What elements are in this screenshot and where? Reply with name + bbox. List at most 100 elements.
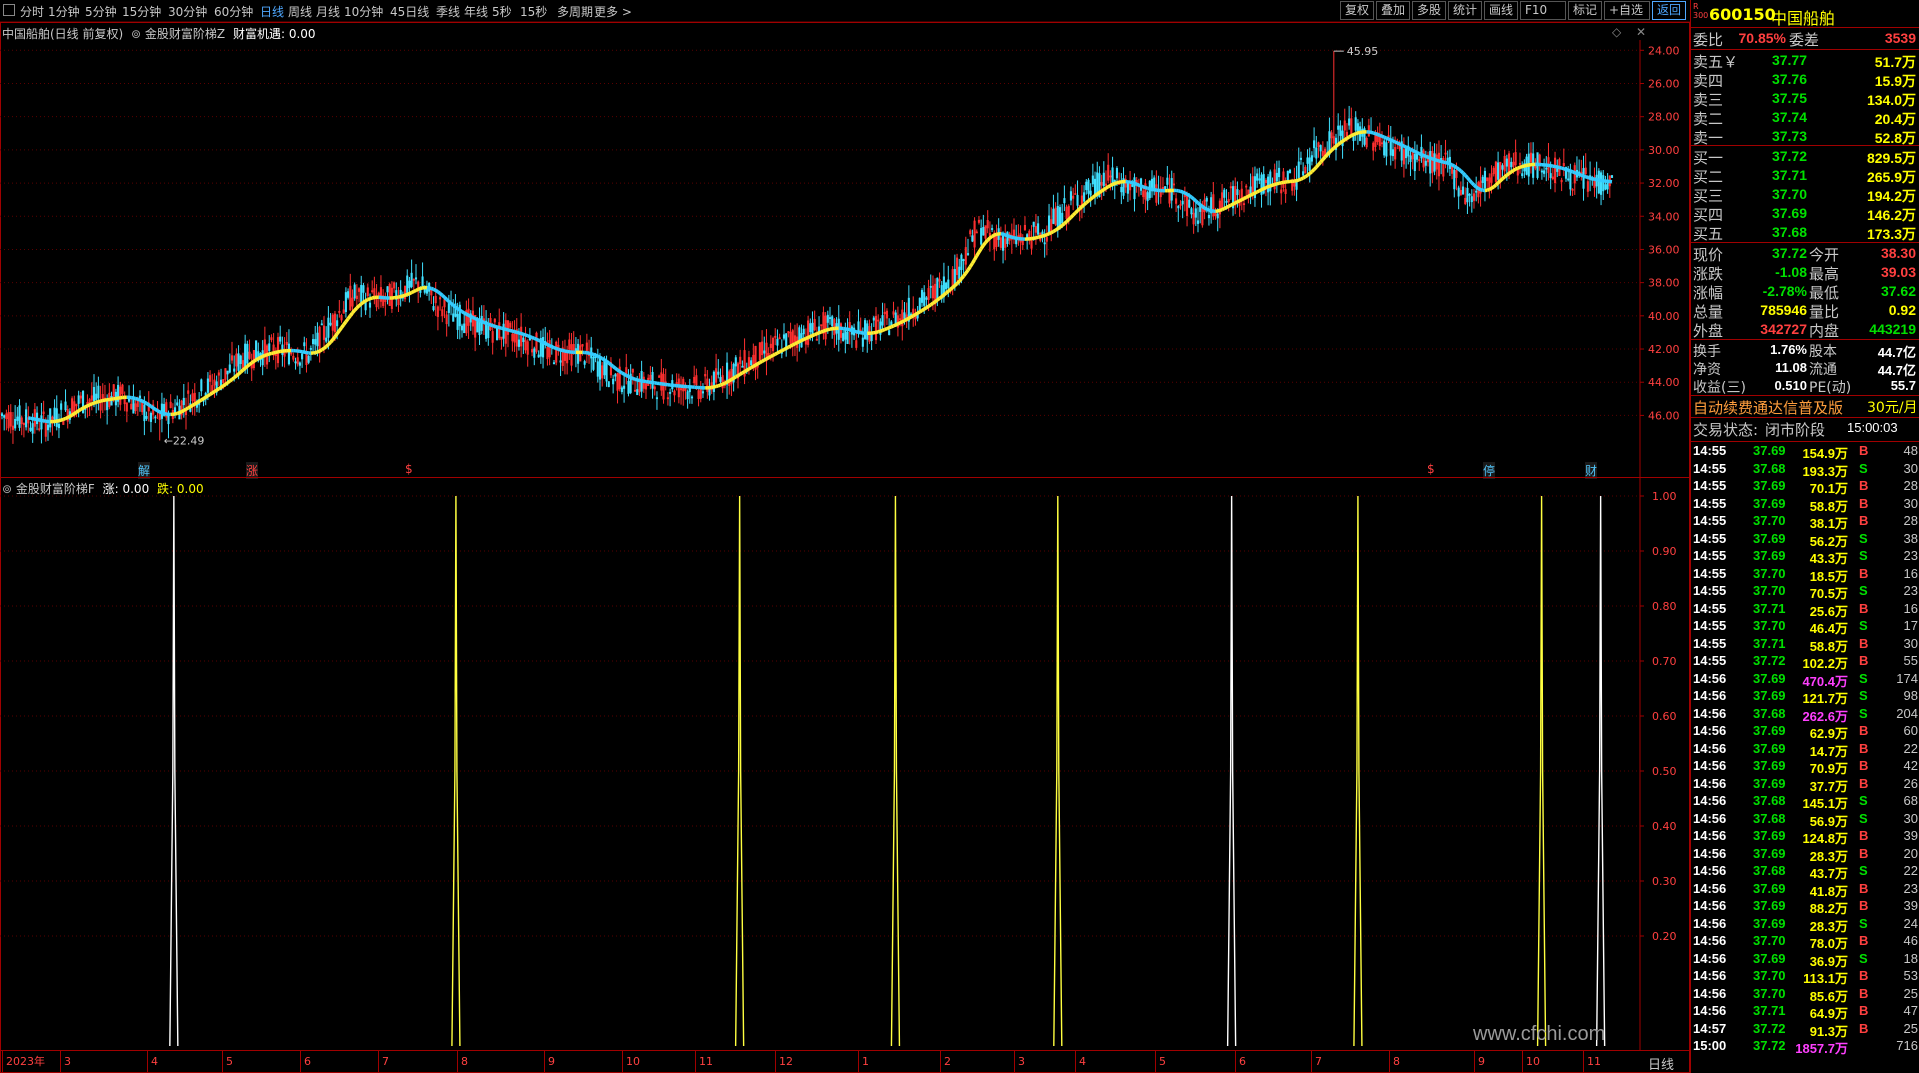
ladder-segment <box>780 347 785 353</box>
ladder-segment <box>135 396 139 401</box>
menu-icon[interactable] <box>3 4 15 16</box>
candle-body <box>1267 176 1270 193</box>
ladder-segment <box>892 323 897 328</box>
ladder-segment <box>222 382 227 388</box>
period-tab-9[interactable]: 10分钟 <box>344 3 383 20</box>
ladder-segment <box>1080 203 1086 208</box>
ladder-segment <box>1069 213 1075 219</box>
indicator-name[interactable]: 金股财富阶梯Z <box>145 27 225 41</box>
ladder-segment <box>851 328 855 333</box>
ladder-segment <box>237 370 242 376</box>
tick-volume: 14.7万 <box>1809 743 1848 759</box>
toolbar-button-5[interactable]: F10 <box>1520 1 1566 20</box>
ladder-segment <box>623 372 628 377</box>
indicator-toggle-icon[interactable]: ⊚ <box>131 27 141 41</box>
tick-price: 37.72 <box>1753 1038 1786 1053</box>
period-tab-0[interactable]: 分时 <box>20 3 44 20</box>
candle-body <box>18 405 21 428</box>
ladder-segment <box>1514 166 1519 171</box>
toolbar-button-2[interactable]: 多股 <box>1412 1 1446 20</box>
ladder-segment <box>220 384 225 389</box>
ladder-segment <box>202 395 207 401</box>
period-tab-2[interactable]: 5分钟 <box>85 3 117 20</box>
ladder-segment <box>1582 174 1587 179</box>
ladder-segment <box>741 370 746 375</box>
candle-body <box>1236 189 1239 196</box>
sell-row-2[interactable]: 卖三 37.75 134.0万 <box>1691 89 1919 109</box>
ladder-segment <box>918 309 923 314</box>
ladder-segment <box>261 353 266 359</box>
toolbar-button-7[interactable]: +自选 <box>1604 1 1650 20</box>
period-tab-8[interactable]: 月线 <box>316 3 340 20</box>
ladder-segment <box>849 328 853 333</box>
ladder-segment <box>734 374 739 379</box>
candle-body <box>1461 186 1465 195</box>
toolbar-button-0[interactable]: 复权 <box>1340 1 1374 20</box>
ladder-segment <box>529 334 533 340</box>
ladder-segment <box>984 238 990 244</box>
close-icon[interactable]: ✕ <box>1636 25 1646 39</box>
period-tab-7[interactable]: 周线 <box>288 3 312 20</box>
ladder-segment <box>257 355 262 361</box>
toolbar-button-8[interactable]: 返回 <box>1652 1 1686 20</box>
buy-row-0[interactable]: 买一 37.72 829.5万 <box>1691 147 1919 167</box>
ladder-segment <box>476 317 481 323</box>
tick-time: 14:56 <box>1693 775 1727 791</box>
period-tab-5[interactable]: 60分钟 <box>214 3 253 20</box>
diamond-icon[interactable]: ◇ <box>1612 25 1621 39</box>
candle-body <box>1424 160 1427 166</box>
sell-row-0[interactable]: 卖五￥ 37.77 51.7万 <box>1691 51 1919 71</box>
period-tab-4[interactable]: 30分钟 <box>168 3 207 20</box>
ladder-segment <box>1247 193 1252 198</box>
candle-body <box>46 424 50 431</box>
candle-body <box>309 347 312 350</box>
tick-volume: 36.9万 <box>1809 953 1848 969</box>
sell-row-1[interactable]: 卖四 37.76 15.9万 <box>1691 70 1919 90</box>
period-tab-3[interactable]: 15分钟 <box>122 3 161 20</box>
buy-row-4[interactable]: 买五 37.68 173.3万 <box>1691 223 1919 243</box>
buy-row-3[interactable]: 买四 37.69 146.2万 <box>1691 204 1919 224</box>
ladder-segment <box>820 329 825 334</box>
period-tab-11[interactable]: 季线 <box>436 3 460 20</box>
signal-chart[interactable]: 0.20 0.30 0.40 0.50 0.60 0.70 0.80 0.90 1.00 <box>0 478 1690 1050</box>
sell-row-4[interactable]: 卖一 37.73 52.8万 <box>1691 127 1919 147</box>
period-tag[interactable]: 日线 <box>1648 1054 1674 1073</box>
buy-row-1[interactable]: 买二 37.71 265.9万 <box>1691 166 1919 186</box>
ladder-segment <box>636 378 640 383</box>
period-tab-1[interactable]: 1分钟 <box>48 3 80 20</box>
candle-body <box>669 392 672 394</box>
period-tab-6[interactable]: 日线 <box>260 3 284 20</box>
tick-volume: 28.3万 <box>1809 918 1848 934</box>
fundamental-row-0: 换手 1.76% 股本 44.7亿 <box>1691 341 1919 360</box>
buy-row-2[interactable]: 买三 37.70 194.2万 <box>1691 185 1919 205</box>
x-tick-label-9: 11 <box>695 1051 713 1073</box>
ladder-segment <box>1058 224 1064 229</box>
candle-body <box>495 327 499 341</box>
period-tab-12[interactable]: 年线 <box>464 3 488 20</box>
stat-value: 785946 <box>1760 302 1807 318</box>
ladder-segment <box>266 352 270 357</box>
candle-body <box>1177 205 1180 209</box>
tick-row: 14:55 37.70 38.1万 B 28 <box>1691 513 1919 531</box>
sell-row-3[interactable]: 卖二 37.74 20.4万 <box>1691 108 1919 128</box>
candle-body <box>307 355 310 363</box>
toolbar-button-6[interactable]: 标记 <box>1568 1 1602 20</box>
ladder-segment <box>748 366 753 371</box>
candlestick-chart[interactable]: 46.00 44.00 42.00 40.00 38.00 36.00 34.00 32.00… <box>0 40 1690 480</box>
promo-row[interactable]: 自动续费通达信普及版 30元/月 <box>1691 396 1919 417</box>
toolbar-button-1[interactable]: 叠加 <box>1376 1 1410 20</box>
ladder-segment <box>1217 208 1221 213</box>
period-tab-14[interactable]: 15秒 <box>520 3 547 20</box>
candle-body <box>1310 155 1313 162</box>
period-tab-10[interactable]: 45日线 <box>390 3 429 20</box>
toolbar-button-3[interactable]: 统计 <box>1448 1 1482 20</box>
ladder-segment <box>161 411 165 416</box>
tick-row: 14:56 37.69 88.2万 B 39 <box>1691 898 1919 916</box>
ladder-segment <box>1107 183 1112 189</box>
period-tab-16[interactable]: 更多 > <box>594 3 632 20</box>
ladder-segment <box>905 316 910 322</box>
period-tab-15[interactable]: 多周期 <box>557 3 593 20</box>
tick-time: 14:55 <box>1693 460 1727 476</box>
period-tab-13[interactable]: 5秒 <box>492 3 512 20</box>
toolbar-button-4[interactable]: 画线 <box>1484 1 1518 20</box>
